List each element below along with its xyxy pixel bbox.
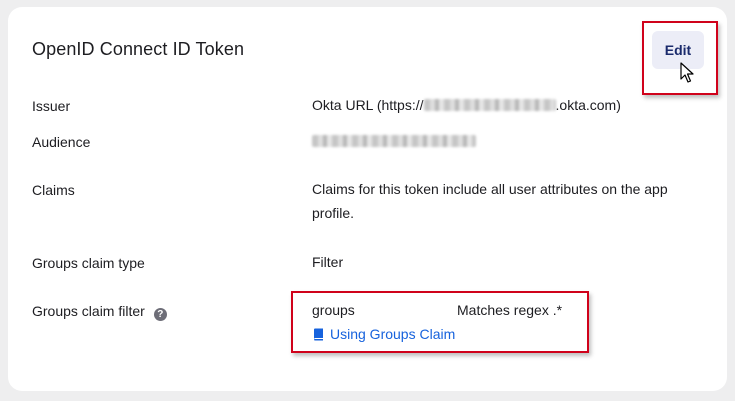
edit-button[interactable]: Edit (652, 31, 704, 69)
issuer-value: Okta URL (https:// .okta.com) (312, 93, 621, 117)
book-icon (314, 328, 323, 340)
groups-claim-name: groups (312, 302, 355, 318)
groups-claim-type-label: Groups claim type (32, 255, 145, 271)
claims-text-line1: Claims for this token include all user a… (312, 181, 668, 197)
help-icon[interactable]: ? (153, 308, 167, 321)
claims-text-line2: profile. (312, 205, 355, 221)
redacted-okta-domain (423, 99, 556, 111)
groups-claim-type-value: Filter (312, 254, 344, 270)
redacted-client-id (312, 135, 476, 147)
using-groups-claim-link-label: Using Groups Claim (330, 326, 456, 342)
claims-label: Claims (32, 182, 75, 198)
issuer-value-suffix: .okta.com) (555, 97, 621, 113)
groups-claim-operator: Matches regex .* (457, 302, 563, 318)
audience-value (312, 129, 476, 153)
openid-token-card: OpenID Connect ID Token Edit Issuer Okta… (8, 7, 727, 391)
issuer-label: Issuer (32, 98, 71, 114)
groups-claim-filter-label: Groups claim filter? (32, 303, 167, 321)
audience-label: Audience (32, 134, 91, 150)
issuer-value-prefix: Okta URL (https:// (312, 97, 424, 113)
card-title: OpenID Connect ID Token (32, 39, 245, 59)
arrow-cursor-icon (680, 62, 694, 83)
using-groups-claim-link[interactable]: Using Groups Claim (313, 326, 455, 342)
groups-claim-filter-label-text: Groups claim filter (32, 303, 145, 319)
claims-value: Claims for this token include all user a… (312, 177, 668, 225)
